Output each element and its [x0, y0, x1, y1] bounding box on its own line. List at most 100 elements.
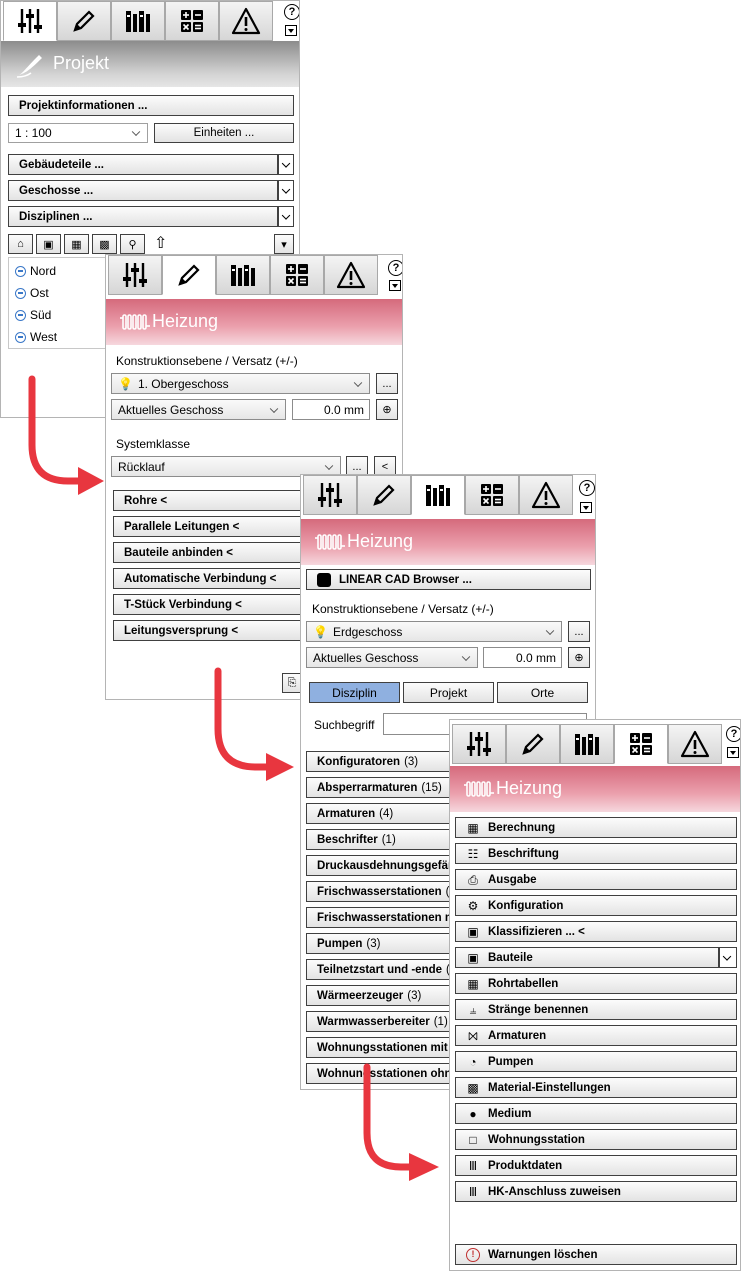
gebaeudeteile-dropdown[interactable] [278, 154, 294, 175]
einheiten-button[interactable]: Einheiten ... [154, 123, 294, 143]
tab-settings[interactable] [452, 724, 506, 764]
tab-warnings[interactable] [324, 255, 378, 295]
radiator-icon [464, 779, 494, 799]
pick-point-icon[interactable]: ⊕ [568, 647, 590, 668]
geschosse-dropdown[interactable] [278, 180, 294, 201]
tab-projekt[interactable]: Projekt [403, 682, 494, 703]
geschosse-button[interactable]: Geschosse ... [8, 180, 278, 201]
function-item[interactable]: Ⅲ HK-Anschluss zuweisen [455, 1181, 737, 1202]
category-name: Absperrarmaturen [317, 781, 418, 794]
category-count: (1) [381, 833, 396, 846]
help-icon[interactable]: ? [579, 480, 595, 496]
function-item-label: Rohrtabellen [488, 977, 559, 990]
ebene-more-button[interactable]: ... [376, 373, 398, 394]
tab-draw[interactable] [57, 1, 111, 41]
bauteile-dropdown[interactable] [719, 947, 737, 968]
function-item[interactable]: ⚙ Konfiguration [455, 895, 737, 916]
function-item[interactable]: ▦ Berechnung [455, 817, 737, 838]
tab-warnings[interactable] [668, 724, 722, 764]
panel-menu-dropdown[interactable] [285, 25, 297, 36]
function-item[interactable]: Ⅲ Produktdaten [455, 1155, 737, 1176]
tab-library[interactable] [411, 475, 465, 515]
function-item[interactable]: ▦ Rohrtabellen [455, 973, 737, 994]
gebaeudeteile-button[interactable]: Gebäudeteile ... [8, 154, 278, 175]
warning-icon [531, 480, 561, 510]
function-item[interactable]: ▣ Klassifizieren ... < [455, 921, 737, 942]
function-item[interactable]: ▣ Bauteile [455, 947, 719, 968]
arrow-up-icon[interactable]: ⇧ [154, 233, 167, 253]
tree-item-west[interactable]: West [15, 330, 57, 344]
function-item[interactable]: ⫨ Stränge benennen [455, 999, 737, 1020]
panel-menu-dropdown[interactable] [727, 747, 739, 758]
tab-calculation[interactable] [165, 1, 219, 41]
ribbon-tabs: ? [450, 720, 740, 764]
help-icon[interactable]: ? [726, 726, 740, 742]
tab-draw[interactable] [506, 724, 560, 764]
function-item[interactable]: ☷ Beschriftung [455, 843, 737, 864]
tree-item-sued[interactable]: Süd [15, 308, 51, 322]
tab-settings[interactable] [303, 475, 357, 515]
tab-warnings[interactable] [219, 1, 273, 41]
warnungen-loeschen-button[interactable]: ! Warnungen löschen [455, 1244, 737, 1265]
disziplinen-button[interactable]: Disziplinen ... [8, 206, 278, 227]
help-icon[interactable]: ? [388, 260, 402, 276]
category-name: Armaturen [317, 807, 376, 820]
zone-icon[interactable]: ▦ [64, 234, 89, 254]
linear-cad-browser-button[interactable]: LINEAR CAD Browser ... [306, 569, 591, 590]
room-icon[interactable]: ▩ [92, 234, 117, 254]
function-item[interactable]: ▩ Material-Einstellungen [455, 1077, 737, 1098]
disziplinen-dropdown[interactable] [278, 206, 294, 227]
tab-calculation[interactable] [270, 255, 324, 295]
geschoss-select[interactable]: Aktuelles Geschoss [306, 647, 478, 668]
help-icon[interactable]: ? [284, 4, 299, 20]
ebene-more-button[interactable]: ... [568, 621, 590, 642]
tab-disziplin[interactable]: Disziplin [309, 682, 400, 703]
tree-item-ost[interactable]: Ost [15, 286, 49, 300]
panel-menu-dropdown[interactable] [389, 280, 401, 291]
offset-input[interactable]: 0.0 mm [292, 399, 370, 420]
tab-orte[interactable]: Orte [497, 682, 588, 703]
ebene-value: 1. Obergeschoss [137, 376, 229, 391]
marker-icon[interactable]: ⚲ [120, 234, 145, 254]
function-item[interactable]: □ Wohnungsstation [455, 1129, 737, 1150]
scale-select[interactable]: 1 : 100 [8, 123, 148, 143]
tab-settings[interactable] [3, 1, 57, 41]
tab-calculation[interactable] [465, 475, 519, 515]
geschoss-select[interactable]: Aktuelles Geschoss [111, 399, 286, 420]
ribbon-tabs: ? [301, 475, 595, 515]
tab-settings[interactable] [108, 255, 162, 295]
floor-plan-icon[interactable]: ▣ [36, 234, 61, 254]
books-icon [123, 6, 153, 36]
category-count: (4) [379, 807, 394, 820]
panel-menu-dropdown[interactable] [580, 502, 592, 513]
pencil-icon [518, 729, 548, 759]
warning-clear-icon: ! [466, 1247, 480, 1262]
tab-calculation[interactable] [614, 724, 668, 764]
material-icon: ▩ [467, 1080, 479, 1095]
building-view-icon[interactable]: ⌂ [8, 234, 33, 254]
function-item[interactable]: ◔ Pumpen [455, 1051, 737, 1072]
chevron-down-icon [353, 378, 363, 387]
radiator-icon [120, 312, 150, 332]
ebene-value: Erdgeschoss [332, 624, 403, 639]
ebene-select[interactable]: 💡 Erdgeschoss [306, 621, 562, 642]
tab-library[interactable] [560, 724, 614, 764]
tab-draw[interactable] [162, 255, 216, 295]
function-item[interactable]: ⨝ Armaturen [455, 1025, 737, 1046]
systemklasse-value: Rücklauf [118, 459, 165, 474]
tab-draw[interactable] [357, 475, 411, 515]
function-item[interactable]: ● Medium [455, 1103, 737, 1124]
tree-item-nord[interactable]: Nord [15, 264, 56, 278]
ebene-select[interactable]: 💡 1. Obergeschoss [111, 373, 370, 394]
tab-library[interactable] [111, 1, 165, 41]
pick-point-icon[interactable]: ⊕ [376, 399, 398, 420]
function-item[interactable]: ⎙ Ausgabe [455, 869, 737, 890]
projektinformationen-button[interactable]: Projektinformationen ... [8, 95, 294, 116]
filter-icon[interactable]: ▾ [274, 234, 294, 254]
tree-item-label: Ost [30, 286, 49, 300]
tab-library[interactable] [216, 255, 270, 295]
offset-input[interactable]: 0.0 mm [483, 647, 562, 668]
table-icon: ▦ [467, 976, 479, 991]
tab-warnings[interactable] [519, 475, 573, 515]
collapse-icon [15, 331, 26, 343]
